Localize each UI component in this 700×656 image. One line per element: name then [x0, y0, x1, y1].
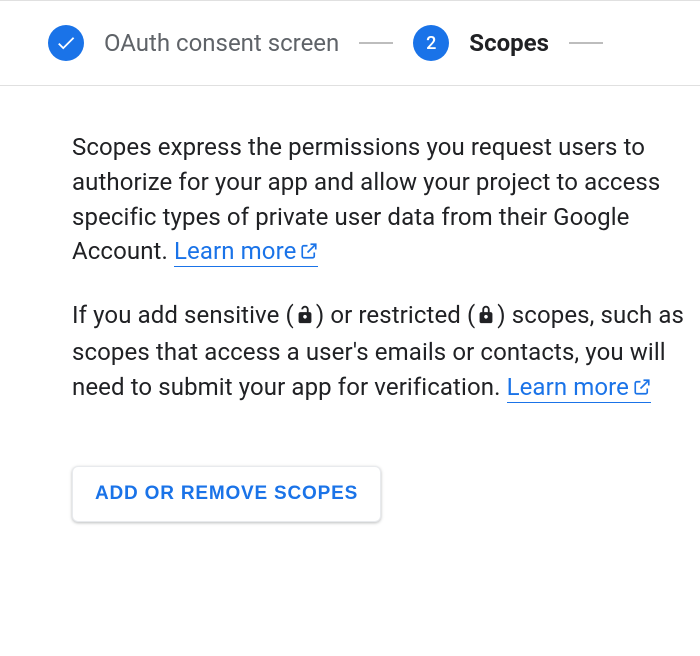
step-label: OAuth consent screen	[104, 29, 339, 57]
learn-more-link[interactable]: Learn more	[507, 373, 651, 403]
external-link-icon	[633, 371, 651, 406]
lock-closed-icon	[475, 300, 497, 335]
learn-more-link[interactable]: Learn more	[174, 237, 318, 267]
text: If you add sensitive (	[72, 301, 294, 329]
step-oauth-consent[interactable]: OAuth consent screen	[48, 25, 339, 61]
step-connector	[569, 42, 603, 44]
text: Scopes express the permissions you reque…	[72, 133, 660, 265]
stepper: OAuth consent screen 2 Scopes	[0, 1, 700, 86]
step-number-icon: 2	[413, 25, 449, 61]
text: ) or restricted (	[316, 301, 475, 329]
step-connector	[359, 42, 393, 44]
content-area: Scopes express the permissions you reque…	[0, 86, 700, 522]
step-scopes[interactable]: 2 Scopes	[413, 25, 549, 61]
lock-open-icon	[294, 300, 316, 335]
step-label: Scopes	[469, 29, 549, 57]
check-icon	[48, 25, 84, 61]
sensitive-scopes-description: If you add sensitive () or restricted ()…	[72, 298, 700, 405]
scopes-description: Scopes express the permissions you reque…	[72, 130, 700, 270]
add-or-remove-scopes-button[interactable]: ADD OR REMOVE SCOPES	[72, 466, 381, 522]
external-link-icon	[300, 235, 318, 270]
